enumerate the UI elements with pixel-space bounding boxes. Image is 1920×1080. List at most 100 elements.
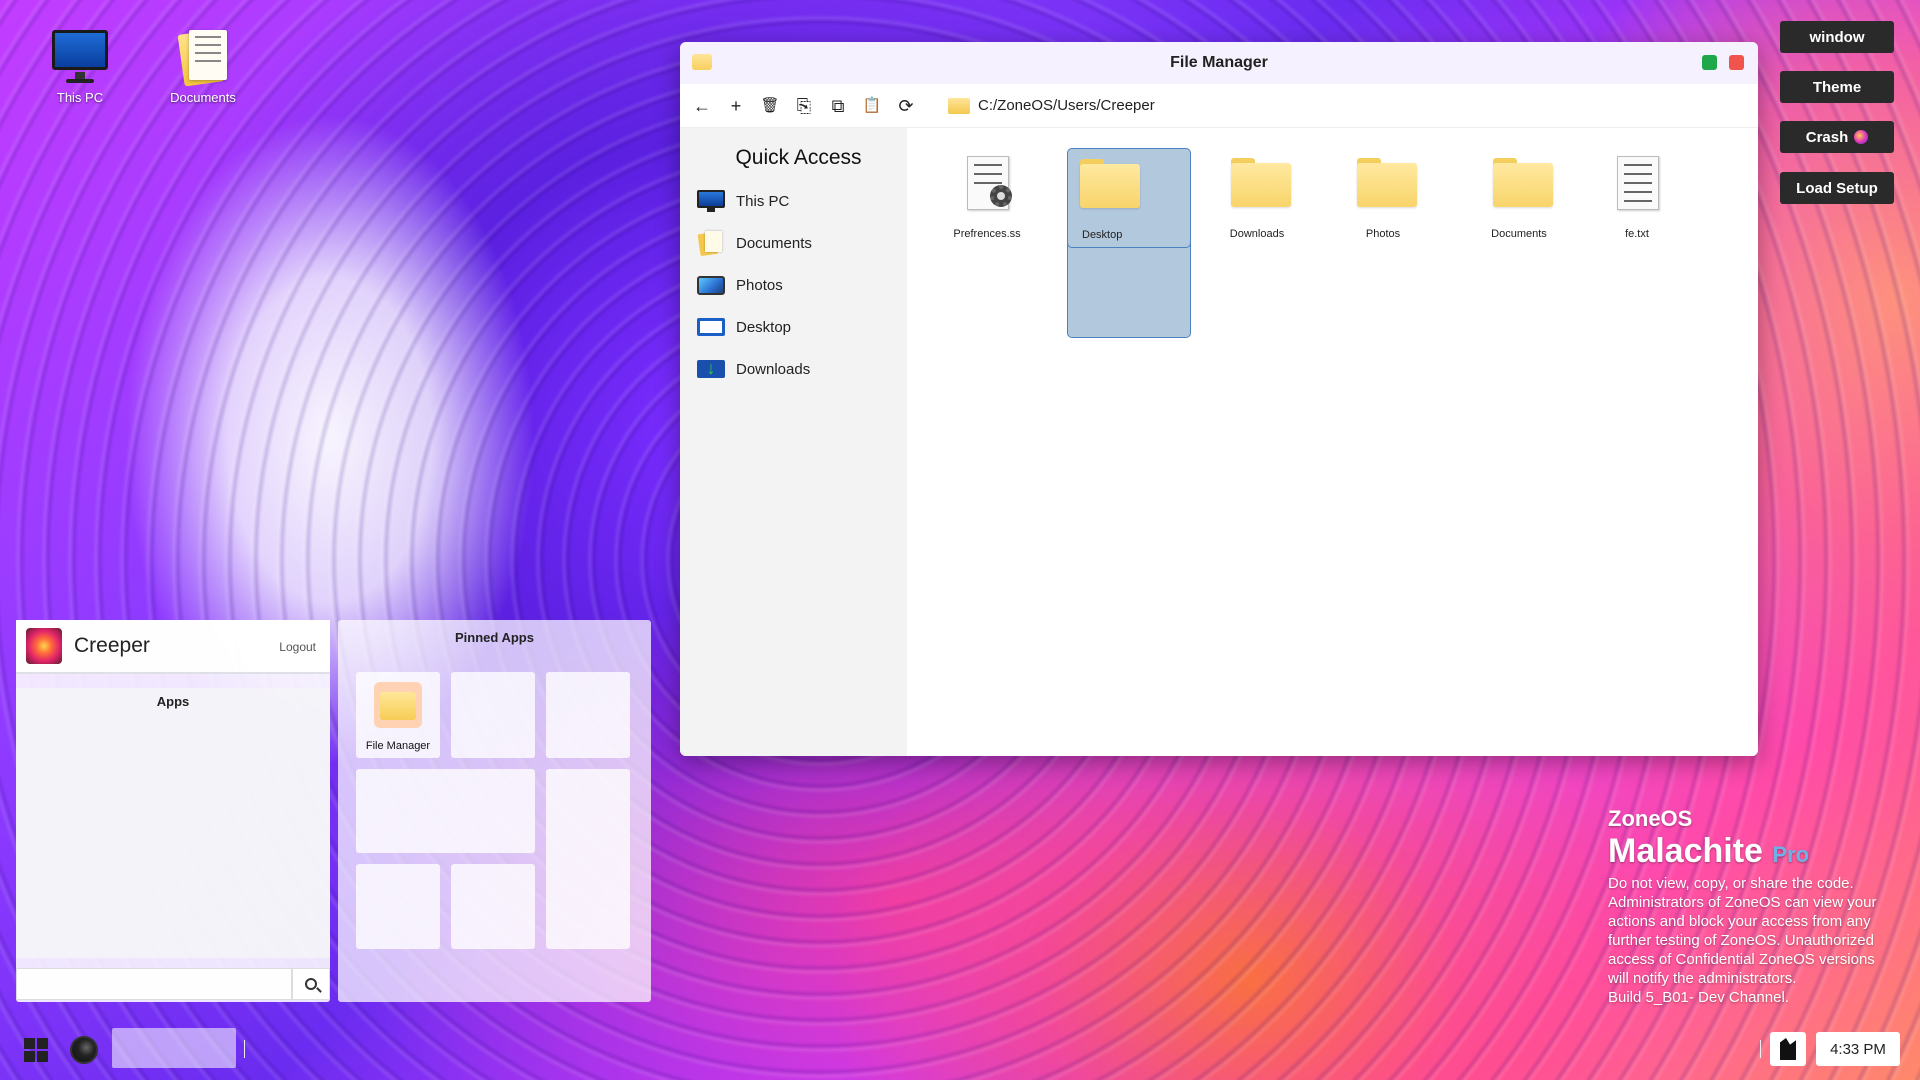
copy-icon[interactable]: ⧉ [828, 96, 848, 116]
crash-button[interactable]: Crash [1780, 121, 1894, 153]
crash-button-label: Crash [1805, 128, 1849, 146]
taskbar: 4:33 PM [0, 1024, 1920, 1080]
watermark-tier: Pro [1772, 842, 1810, 867]
pinned-app-slot[interactable] [546, 672, 630, 758]
logout-link[interactable]: Logout [279, 640, 316, 654]
crash-icon [1854, 130, 1869, 144]
watermark-line: actions and block your access from any [1608, 913, 1871, 930]
pinned-app-slot[interactable] [451, 864, 535, 949]
documents-icon [696, 231, 726, 257]
assistant-icon[interactable] [70, 1036, 98, 1064]
file-item-label: Photos [1365, 228, 1401, 240]
user-bar: Creeper Logout [16, 620, 330, 674]
pinned-app-file-manager[interactable]: File Manager [356, 672, 440, 758]
taskbar-clock[interactable]: 4:33 PM [1816, 1032, 1900, 1066]
search-input[interactable] [16, 968, 292, 1000]
watermark-line: Administrators of ZoneOS can view your [1608, 894, 1877, 911]
file-grid: Prefrences.ss Desktop Downloads Photos D… [907, 128, 1758, 756]
desktop-icon-this-pc[interactable]: This PC [30, 28, 130, 105]
file-item-label: Downloads [1229, 228, 1285, 240]
photos-icon [696, 273, 726, 297]
file-item-downloads[interactable]: Downloads [1195, 148, 1319, 248]
text-file-icon [1617, 156, 1659, 210]
window-titlebar[interactable]: File Manager [680, 42, 1758, 84]
file-item-label: Documents [1491, 228, 1547, 240]
file-item-prefrences[interactable]: Prefrences.ss [925, 148, 1049, 248]
load-setup-button[interactable]: Load Setup [1780, 172, 1894, 204]
watermark-line: will notify the administrators. [1608, 970, 1797, 987]
window-title: File Manager [1170, 54, 1268, 71]
apps-list: Apps [16, 688, 330, 958]
sidebar-item-downloads[interactable]: ↓ Downloads [680, 348, 907, 390]
watermark-line: access of Confidential ZoneOS versions [1608, 951, 1875, 968]
os-watermark: ZoneOS Malachite Pro Do not view, copy, … [1608, 806, 1908, 1007]
path-bar[interactable]: C:/ZoneOS/Users/Creeper [978, 97, 1155, 114]
monitor-icon [48, 28, 112, 88]
search-button[interactable] [292, 968, 330, 1000]
window-button[interactable]: window [1780, 21, 1894, 53]
start-menu-user-panel: Creeper Logout Apps [16, 620, 330, 1002]
tray-app-icon[interactable] [1770, 1032, 1806, 1066]
sidebar-item-label: Downloads [736, 360, 811, 378]
downloads-icon: ↓ [696, 357, 726, 381]
avatar[interactable] [26, 628, 62, 664]
pinned-apps-panel: Pinned Apps File Manager [338, 620, 651, 1002]
sidebar-item-this-pc[interactable]: This PC [680, 180, 907, 222]
pinned-app-slot[interactable] [356, 769, 535, 853]
start-search [16, 968, 330, 1000]
folder-icon [1080, 159, 1140, 209]
pinned-app-slot[interactable] [546, 769, 630, 949]
sidebar-item-label: Desktop [736, 318, 792, 336]
pinned-app-slot[interactable] [356, 864, 440, 949]
folder-icon [1357, 158, 1417, 208]
tray-divider [1760, 1040, 1761, 1058]
theme-button[interactable]: Theme [1780, 71, 1894, 103]
folder-icon [692, 54, 712, 70]
desktop-icon-documents[interactable]: Documents [153, 28, 253, 105]
file-manager-toolbar: ← + 🗑 ⎘ ⧉ 📋 ⟳ C:/ZoneOS/Users/Creeper [680, 84, 1758, 128]
file-item-documents[interactable]: Documents [1457, 148, 1581, 248]
sidebar-item-label: This PC [736, 192, 790, 210]
desktop-icon-label: Documents [170, 90, 236, 105]
user-name: Creeper [74, 634, 150, 657]
taskbar-divider [244, 1040, 245, 1058]
rename-icon[interactable]: ⎘ [794, 96, 814, 116]
quick-access-sidebar: Quick Access This PC Documents Photos De… [680, 128, 907, 756]
sidebar-item-desktop[interactable]: Desktop [680, 306, 907, 348]
file-item-label: fe.txt [1625, 228, 1649, 240]
sidebar-item-label: Documents [736, 234, 812, 252]
file-item-photos[interactable]: Photos [1321, 148, 1445, 248]
watermark-line: Do not view, copy, or share the code. [1608, 875, 1854, 892]
paste-icon[interactable]: 📋 [862, 96, 882, 116]
back-arrow-icon[interactable]: ← [692, 96, 712, 116]
file-manager-window: File Manager ← + 🗑 ⎘ ⧉ 📋 ⟳ C:/ZoneOS/Use… [680, 42, 1758, 756]
close-button[interactable] [1729, 55, 1744, 70]
refresh-icon[interactable]: ⟳ [896, 96, 916, 116]
file-item-label: Prefrences.ss [953, 228, 1021, 240]
search-icon [305, 978, 317, 990]
apps-title: Apps [156, 694, 190, 709]
desktop-icon-label: This PC [56, 90, 104, 105]
sidebar-item-photos[interactable]: Photos [680, 264, 907, 306]
file-manager-icon [374, 682, 422, 728]
maximize-button[interactable] [1702, 55, 1717, 70]
desktop-icon [696, 315, 726, 339]
watermark-edition: Malachite Pro [1608, 832, 1908, 874]
documents-icon [171, 28, 235, 88]
new-item-icon[interactable]: + [726, 96, 746, 116]
start-menu-icon[interactable] [24, 1038, 48, 1062]
taskbar-app-slot[interactable] [112, 1028, 236, 1068]
file-item-desktop[interactable]: Desktop [1067, 148, 1191, 248]
watermark-os-name: ZoneOS [1608, 806, 1693, 831]
folder-icon [1231, 158, 1291, 208]
watermark-line: Build 5_B01- Dev Channel. [1608, 989, 1789, 1006]
sidebar-item-documents[interactable]: Documents [680, 222, 907, 264]
path-folder-icon [948, 97, 970, 114]
pinned-apps-title: Pinned Apps [455, 630, 534, 645]
watermark-line: further testing of ZoneOS. Unauthorized [1608, 932, 1874, 949]
delete-icon[interactable]: 🗑 [760, 96, 780, 116]
file-item-fe-txt[interactable]: fe.txt [1575, 148, 1699, 248]
pinned-app-slot[interactable] [451, 672, 535, 758]
quick-access-title: Quick Access [735, 146, 862, 169]
file-item-desktop[interactable] [1067, 238, 1191, 338]
